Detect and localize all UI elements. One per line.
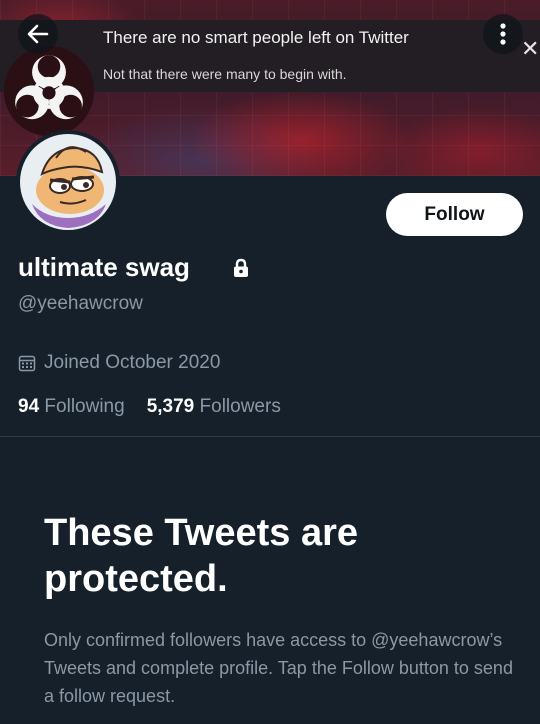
protected-message: Only confirmed followers have access to … <box>44 630 513 706</box>
close-icon[interactable]: ✕ <box>521 36 539 62</box>
calendar-icon <box>18 355 36 372</box>
lock-icon <box>234 258 248 277</box>
follow-button[interactable]: Follow <box>386 193 523 236</box>
biohazard-icon <box>3 45 95 137</box>
joined-text: Joined October 2020 <box>44 352 221 373</box>
following-label: Following <box>44 396 125 417</box>
avatar-image <box>20 134 116 230</box>
more-options-button[interactable] <box>483 14 523 54</box>
followers-link[interactable]: 5,379 Followers <box>147 396 281 417</box>
divider <box>0 436 540 437</box>
banner-caption-line1: There are no smart people left on Twitte… <box>103 28 409 47</box>
protected-title: These Tweets are protected. <box>44 512 359 600</box>
avatar[interactable] <box>16 130 120 234</box>
following-count: 94 <box>18 396 40 417</box>
banner-caption-line2: Not that there were many to begin with. <box>103 66 347 82</box>
followers-label: Followers <box>199 396 281 417</box>
profile-display-name: ultimate swag <box>18 252 190 282</box>
profile-handle: @yeehawcrow <box>18 293 143 314</box>
follow-stats: 94 Following 5,379 Followers <box>18 396 281 418</box>
joined-date: Joined October 2020 <box>18 352 220 374</box>
following-link[interactable]: 94 Following <box>18 396 125 417</box>
back-button[interactable] <box>18 14 58 54</box>
followers-count: 5,379 <box>146 396 195 417</box>
arrow-left-icon <box>27 24 49 44</box>
more-vertical-icon <box>500 23 506 45</box>
